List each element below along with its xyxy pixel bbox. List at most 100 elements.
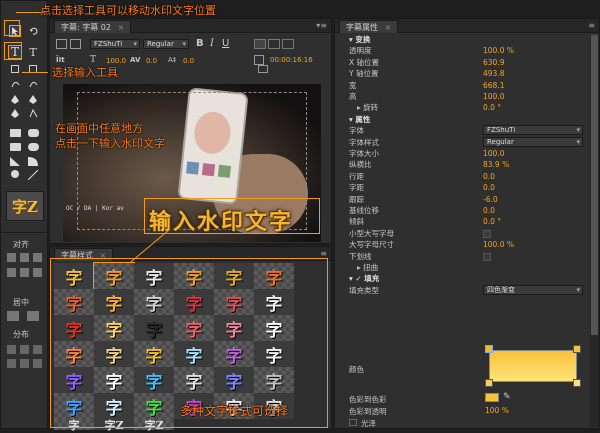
gradient-stop-top-left[interactable] (485, 345, 493, 353)
four-color-gradient-preview[interactable] (489, 350, 577, 382)
line-tool[interactable] (27, 169, 39, 181)
ellipse-tool[interactable] (11, 170, 19, 178)
property-value[interactable]: 493.8 (483, 68, 504, 79)
path-type-tool[interactable] (9, 77, 21, 89)
chevron-down-icon: ▾ (133, 40, 137, 48)
property-value[interactable]: -6.0 (483, 194, 498, 205)
tab-title-properties-label: 字幕属性 (346, 23, 378, 32)
tab-title-properties[interactable]: 字幕属性 × (339, 20, 399, 33)
center-vertical-button[interactable] (27, 311, 39, 321)
property-value[interactable]: 0.0 ° (483, 216, 501, 227)
distribute-bottom-button[interactable] (33, 359, 42, 368)
distribute-middle-button[interactable] (20, 359, 29, 368)
property-checkbox[interactable] (483, 252, 491, 261)
property-value[interactable]: 668.1 (483, 80, 504, 91)
property-label: 纵横比 (349, 160, 372, 170)
tab-stops-button[interactable] (254, 55, 264, 65)
align-center-h-button[interactable] (20, 253, 29, 262)
templates-button[interactable]: ĪIt (56, 56, 65, 64)
add-anchor-tool[interactable] (27, 93, 39, 105)
property-label: 跟踪 (349, 194, 364, 204)
property-dropdown[interactable]: 四色渐变 ▾ (483, 284, 583, 295)
wedge-icon (10, 156, 20, 166)
gradient-stop-bottom-left[interactable] (485, 379, 493, 387)
leading-value[interactable]: 0.0 (183, 57, 194, 65)
tab-titler[interactable]: 字幕: 字幕 02 × (54, 20, 132, 33)
titler-tabbar: 字幕: 字幕 02 × ▾≡ (50, 19, 331, 33)
font-family-dropdown[interactable]: FZShuTi ▾ (90, 39, 140, 49)
align-right-button[interactable] (33, 253, 42, 262)
property-value[interactable]: 0.0 ° (483, 102, 501, 113)
close-icon[interactable]: × (118, 23, 125, 32)
gradient-stop-bottom-right[interactable] (573, 379, 581, 387)
property-value[interactable]: 100.0 % (483, 45, 514, 56)
property-value[interactable]: 0.0 (483, 182, 495, 193)
align-left-text-button[interactable] (254, 39, 266, 49)
arc-tool[interactable] (27, 155, 39, 167)
timecode-display[interactable]: 00:00:16:16 (270, 56, 313, 64)
vertical-path-type-tool[interactable] (27, 77, 39, 89)
rounded-corner-tool[interactable] (28, 143, 39, 151)
eyedropper-icon[interactable]: ✎ (503, 392, 511, 402)
align-center-text-button[interactable] (268, 39, 280, 49)
gradient-stop-top-right[interactable] (573, 345, 581, 353)
property-row: X 轴位置 630.9 (335, 57, 589, 68)
distribute-left-button[interactable] (7, 345, 16, 354)
bold-button[interactable]: B (196, 38, 204, 49)
new-title-button[interactable] (56, 39, 67, 49)
property-value[interactable]: 0.0 (483, 171, 495, 182)
underline-button[interactable]: U (222, 38, 229, 49)
show-background-video-button[interactable] (258, 65, 268, 73)
rotation-tool[interactable] (27, 25, 39, 37)
vertical-area-type-tool[interactable] (27, 63, 39, 75)
panel-menu-icon[interactable]: ≡ (588, 21, 595, 30)
property-label: 字体大小 (349, 149, 379, 158)
sheen-checkbox[interactable] (349, 419, 357, 426)
distribute-top-button[interactable] (7, 359, 16, 368)
properties-scrollbar[interactable] (590, 35, 599, 427)
rectangle-tool[interactable] (10, 129, 21, 137)
panel-menu-icon[interactable]: ≡ (320, 249, 327, 258)
property-dropdown[interactable]: FZShuTi ▾ (483, 125, 583, 136)
property-row: 宽 668.1 (335, 80, 589, 91)
align-bottom-button[interactable] (33, 268, 42, 277)
annotation-watermark-box (144, 198, 320, 234)
scrollbar-thumb[interactable] (591, 35, 598, 335)
property-value[interactable]: 100.0 (483, 91, 504, 102)
align-right-text-button[interactable] (282, 39, 294, 49)
distribute-center-button[interactable] (20, 345, 29, 354)
align-center-v-button[interactable] (20, 268, 29, 277)
chevron-down-icon: ▾ (576, 285, 580, 294)
property-dropdown[interactable]: Regular ▾ (483, 136, 583, 147)
property-checkbox[interactable] (483, 229, 491, 238)
clipped-corner-tool[interactable] (10, 143, 21, 151)
color-to-color-swatch[interactable] (485, 393, 499, 402)
convert-anchor-tool[interactable] (27, 107, 39, 119)
kerning-value[interactable]: 0.0 (146, 57, 157, 65)
property-label: ▸ 扭曲 (357, 263, 379, 272)
align-left-button[interactable] (7, 253, 16, 262)
vertical-path-type-icon (29, 81, 37, 87)
roll-crawl-button[interactable] (70, 39, 81, 49)
color-to-opacity-label: 色彩到透明 (349, 407, 387, 416)
property-value[interactable]: 100.0 (483, 148, 504, 159)
distribute-right-button[interactable] (33, 345, 42, 354)
area-type-tool[interactable] (9, 63, 21, 75)
wedge-tool[interactable] (9, 155, 21, 167)
vertical-type-tool[interactable]: T (27, 46, 39, 59)
center-horizontal-button[interactable] (7, 311, 19, 321)
italic-button[interactable]: I (210, 38, 214, 49)
close-icon[interactable]: × (385, 23, 392, 32)
panel-menu-icon[interactable]: ▾≡ (316, 21, 327, 30)
align-top-button[interactable] (7, 268, 16, 277)
property-value[interactable]: 0.0 (483, 205, 495, 216)
property-value[interactable]: 100.0 % (483, 239, 514, 250)
property-value[interactable]: 630.9 (483, 57, 504, 68)
delete-anchor-tool[interactable] (9, 107, 21, 119)
color-label: 颜色 (349, 365, 364, 374)
property-value[interactable]: 83.9 % (483, 159, 509, 170)
rounded-rectangle-tool[interactable] (28, 129, 39, 137)
font-style-dropdown[interactable]: Regular ▾ (143, 39, 189, 49)
color-to-opacity-value[interactable]: 100 % (485, 406, 509, 415)
pen-tool[interactable] (9, 93, 21, 105)
